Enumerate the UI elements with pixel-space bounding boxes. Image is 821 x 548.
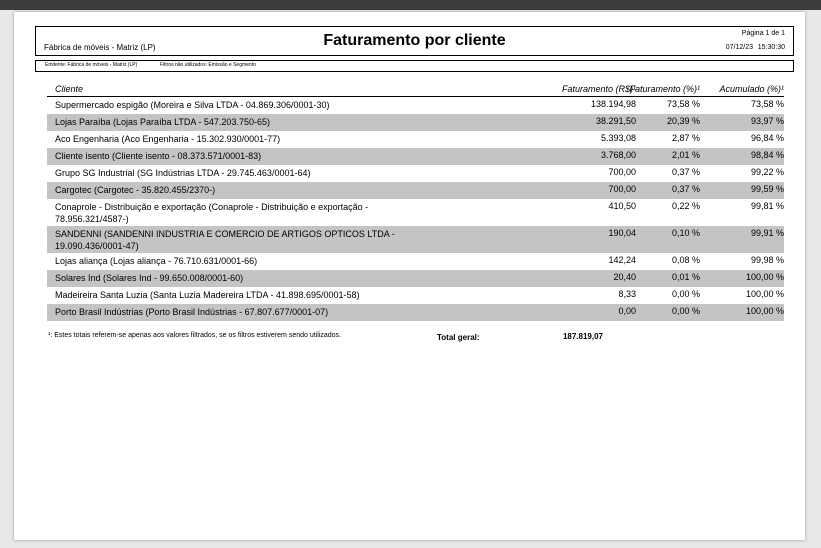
table-body: Supermercado espigão (Moreira e Silva LT… — [47, 97, 784, 321]
cell-client: Conaprole - Distribuição e exportação (C… — [55, 202, 369, 224]
cell-accumulated: 100,00 % — [745, 272, 784, 282]
column-header-percent: Faturamento (%)¹ — [629, 84, 700, 94]
cell-revenue: 410,50 — [608, 201, 636, 211]
page-number: Página 1 de 1 — [741, 30, 785, 37]
cell-revenue: 5.393,08 — [600, 133, 636, 143]
cell-client: Lojas Paraíba (Lojas Paraíba LTDA - 547.… — [55, 117, 270, 127]
report-title: Faturamento por cliente — [323, 32, 506, 49]
table-row: Lojas Paraíba (Lojas Paraíba LTDA - 547.… — [47, 114, 784, 131]
cell-accumulated: 99,59 % — [750, 184, 784, 194]
cell-revenue: 700,00 — [608, 184, 636, 194]
cell-client: SANDENNI (SANDENNI INDUSTRIA E COMERCIO … — [55, 229, 395, 251]
cell-revenue: 142,24 — [608, 255, 636, 265]
cell-accumulated: 73,58 % — [750, 99, 784, 109]
table-row: Solares Ind (Solares Ind - 99.650.008/00… — [47, 270, 784, 287]
cell-percent: 73,58 % — [666, 99, 700, 109]
filter-bar: Emitente: Fábrica de móveis - Matriz (LP… — [35, 60, 794, 72]
report-header: Fábrica de móveis - Matriz (LP) Faturame… — [35, 26, 794, 56]
cell-client: Aco Engenharia (Aco Engenharia - 15.302.… — [55, 134, 281, 144]
cell-percent: 0,37 % — [671, 184, 700, 194]
report-date: 07/12/23 — [725, 44, 753, 51]
table-row: Lojas aliança (Lojas aliança - 76.710.63… — [47, 253, 784, 270]
cell-client: Madeireira Santa Luzia (Santa Luzia Made… — [55, 290, 360, 300]
table-row: SANDENNI (SANDENNI INDUSTRIA E COMERCIO … — [47, 226, 784, 253]
cell-accumulated: 100,00 % — [745, 306, 784, 316]
table-row: Supermercado espigão (Moreira e Silva LT… — [47, 97, 784, 114]
cell-accumulated: 99,98 % — [750, 255, 784, 265]
viewer-top-bar — [0, 0, 821, 10]
cell-percent: 0,00 % — [671, 306, 700, 316]
cell-percent: 0,08 % — [671, 255, 700, 265]
cell-percent: 0,10 % — [671, 228, 700, 238]
cell-accumulated: 96,84 % — [750, 133, 784, 143]
cell-revenue: 190,04 — [608, 228, 636, 238]
cell-revenue: 8,33 — [618, 289, 636, 299]
cell-client: Solares Ind (Solares Ind - 99.650.008/00… — [55, 273, 244, 283]
cell-accumulated: 93,97 % — [750, 116, 784, 126]
cell-percent: 2,87 % — [671, 133, 700, 143]
table-header: Cliente Faturamento (R$)¹ Faturamento (%… — [47, 82, 784, 97]
cell-client: Lojas aliança (Lojas aliança - 76.710.63… — [55, 256, 258, 266]
table-row: Cliente isento (Cliente isento - 08.373.… — [47, 148, 784, 165]
cell-accumulated: 100,00 % — [745, 289, 784, 299]
cell-revenue: 138.194,98 — [590, 99, 636, 109]
column-header-accumulated: Acumulado (%)¹ — [719, 84, 784, 94]
cell-revenue: 0,00 — [618, 306, 636, 316]
table-row: Cargotec (Cargotec - 35.820.455/2370-) 70… — [47, 182, 784, 199]
cell-accumulated: 98,84 % — [750, 150, 784, 160]
cell-client: Grupo SG Industrial (SG Indústrias LTDA … — [55, 168, 311, 178]
table-row: Grupo SG Industrial (SG Indústrias LTDA … — [47, 165, 784, 182]
cell-percent: 2,01 % — [671, 150, 700, 160]
cell-accumulated: 99,81 % — [750, 201, 784, 211]
cell-client: Supermercado espigão (Moreira e Silva LT… — [55, 100, 330, 110]
footnote: ¹: Estes totais referem-se apenas aos va… — [48, 332, 341, 339]
table-row: Conaprole - Distribuição e exportação (C… — [47, 199, 784, 226]
filter-unused: Filtros não utilizados: Emissão e Segmen… — [160, 62, 256, 68]
cell-percent: 0,37 % — [671, 167, 700, 177]
table-row: Aco Engenharia (Aco Engenharia - 15.302.… — [47, 131, 784, 148]
cell-revenue: 700,00 — [608, 167, 636, 177]
cell-client: Porto Brasil Indústrias (Porto Brasil In… — [55, 307, 329, 317]
cell-client: Cargotec (Cargotec - 35.820.455/2370-) — [55, 185, 216, 195]
cell-percent: 20,39 % — [666, 116, 700, 126]
total-label: Total geral: — [437, 333, 480, 342]
total-value: 187.819,07 — [562, 332, 603, 341]
cell-percent: 0,01 % — [671, 272, 700, 282]
filter-emitter: Emitente: Fábrica de móveis - Matriz (LP… — [45, 62, 138, 68]
cell-revenue: 38.291,50 — [595, 116, 636, 126]
table-row: Porto Brasil Indústrias (Porto Brasil In… — [47, 304, 784, 321]
column-header-client: Cliente — [55, 84, 84, 94]
cell-client: Cliente isento (Cliente isento - 08.373.… — [55, 151, 262, 161]
cell-revenue: 3.768,00 — [600, 150, 636, 160]
report-time: 15:30:30 — [757, 44, 785, 51]
cell-revenue: 20,40 — [613, 272, 636, 282]
cell-percent: 0,00 % — [671, 289, 700, 299]
report-page: Fábrica de móveis - Matriz (LP) Faturame… — [14, 12, 805, 540]
table-row: Madeireira Santa Luzia (Santa Luzia Made… — [47, 287, 784, 304]
column-header-revenue: Faturamento (R$)¹ — [561, 84, 636, 94]
cell-accumulated: 99,91 % — [750, 228, 784, 238]
cell-percent: 0,22 % — [671, 201, 700, 211]
cell-accumulated: 99,22 % — [750, 167, 784, 177]
